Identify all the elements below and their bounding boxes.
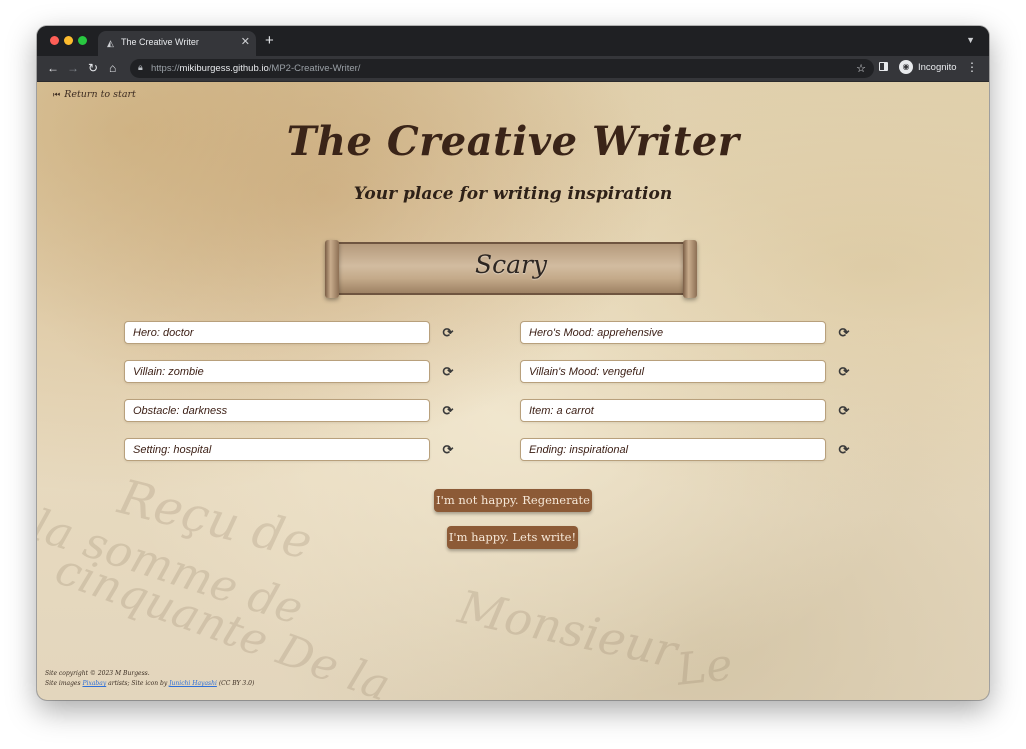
page-title: The Creative Writer [286, 118, 740, 165]
tab-title: The Creative Writer [121, 37, 199, 47]
lock-icon: 🔒︎ [138, 62, 143, 72]
hero-mood-field: Hero's Mood: apprehensive [520, 321, 826, 344]
refresh-villain-icon[interactable]: ⟳ [441, 365, 455, 379]
page-subtitle: Your place for writing inspiration [353, 184, 673, 204]
hero-field: Hero: doctor [124, 321, 430, 344]
villain-mood-field: Villain's Mood: vengeful [520, 360, 826, 383]
new-tab-button[interactable]: + [265, 33, 274, 48]
handwriting-decoration: Le [674, 639, 735, 696]
lets-write-button[interactable]: I'm happy. Lets write! [447, 526, 578, 549]
minimize-window-button[interactable] [64, 36, 73, 45]
side-panel-icon[interactable] [879, 62, 888, 71]
item-field: Item: a carrot [520, 399, 826, 422]
footer-license: (CC BY 3.0) [218, 680, 255, 687]
obstacle-field: Obstacle: darkness [124, 399, 430, 422]
refresh-item-icon[interactable]: ⟳ [837, 404, 851, 418]
refresh-setting-icon[interactable]: ⟳ [441, 443, 455, 457]
icon-author-link[interactable]: Junichi Hayashi [169, 680, 217, 687]
refresh-obstacle-icon[interactable]: ⟳ [441, 404, 455, 418]
return-to-start-label: Return to start [64, 89, 136, 100]
browser-window: ◭ The Creative Writer ✕ + ▼ ← → ↻ ⌂ 🔒︎ h… [37, 26, 989, 700]
incognito-label: Incognito [918, 62, 957, 73]
home-icon[interactable]: ⌂ [109, 61, 116, 75]
footer-credits: Site images Pixabay artists; Site icon b… [45, 680, 254, 687]
footer-copyright: Site copyright © 2023 M Burgess. [45, 670, 150, 677]
handwriting-decoration: Monsieur [453, 579, 682, 679]
page-viewport: Reçu de la somme de cinquante De la Mons… [37, 82, 989, 700]
site-favicon-icon: ◭ [107, 38, 114, 48]
url-text: https://mikiburgess.github.io/MP2-Creati… [151, 63, 361, 74]
browser-menu-icon[interactable]: ⋮ [966, 60, 978, 74]
chevron-down-icon[interactable]: ▼ [966, 35, 975, 45]
reload-icon[interactable]: ↻ [88, 61, 98, 75]
setting-field: Setting: hospital [124, 438, 430, 461]
return-to-start-link[interactable]: ⏮ Return to start [53, 89, 136, 100]
forward-arrow-icon[interactable]: → [67, 61, 79, 75]
bookmark-star-icon[interactable]: ☆ [856, 62, 866, 75]
refresh-hero-mood-icon[interactable]: ⟳ [837, 326, 851, 340]
ending-field: Ending: inspirational [520, 438, 826, 461]
incognito-icon[interactable]: ◉ [899, 60, 913, 74]
tab-close-icon[interactable]: ✕ [241, 36, 250, 48]
address-bar[interactable]: 🔒︎ https://mikiburgess.github.io/MP2-Cre… [130, 59, 874, 78]
refresh-ending-icon[interactable]: ⟳ [837, 443, 851, 457]
tab-strip: ◭ The Creative Writer ✕ + ▼ [37, 26, 989, 56]
footer-images-mid: artists; Site icon by [108, 680, 168, 687]
handwriting-decoration: la somme de [37, 499, 310, 636]
villain-field: Villain: zombie [124, 360, 430, 383]
tab-active[interactable]: ◭ The Creative Writer ✕ [98, 31, 256, 56]
genre-scroll-banner: Scary [325, 240, 697, 298]
refresh-villain-mood-icon[interactable]: ⟳ [837, 365, 851, 379]
maximize-window-button[interactable] [78, 36, 87, 45]
back-arrow-icon[interactable]: ← [47, 61, 59, 75]
browser-toolbar: ← → ↻ ⌂ 🔒︎ https://mikiburgess.github.io… [37, 56, 989, 82]
refresh-hero-icon[interactable]: ⟳ [441, 326, 455, 340]
regenerate-button[interactable]: I'm not happy. Regenerate [434, 489, 592, 512]
handwriting-decoration: Reçu de [113, 469, 318, 571]
skip-back-icon: ⏮ [53, 89, 61, 99]
genre-label: Scary [474, 250, 548, 279]
close-window-button[interactable] [50, 36, 59, 45]
footer-images-prefix: Site images [45, 680, 81, 687]
pixabay-link[interactable]: Pixabay [82, 680, 106, 687]
